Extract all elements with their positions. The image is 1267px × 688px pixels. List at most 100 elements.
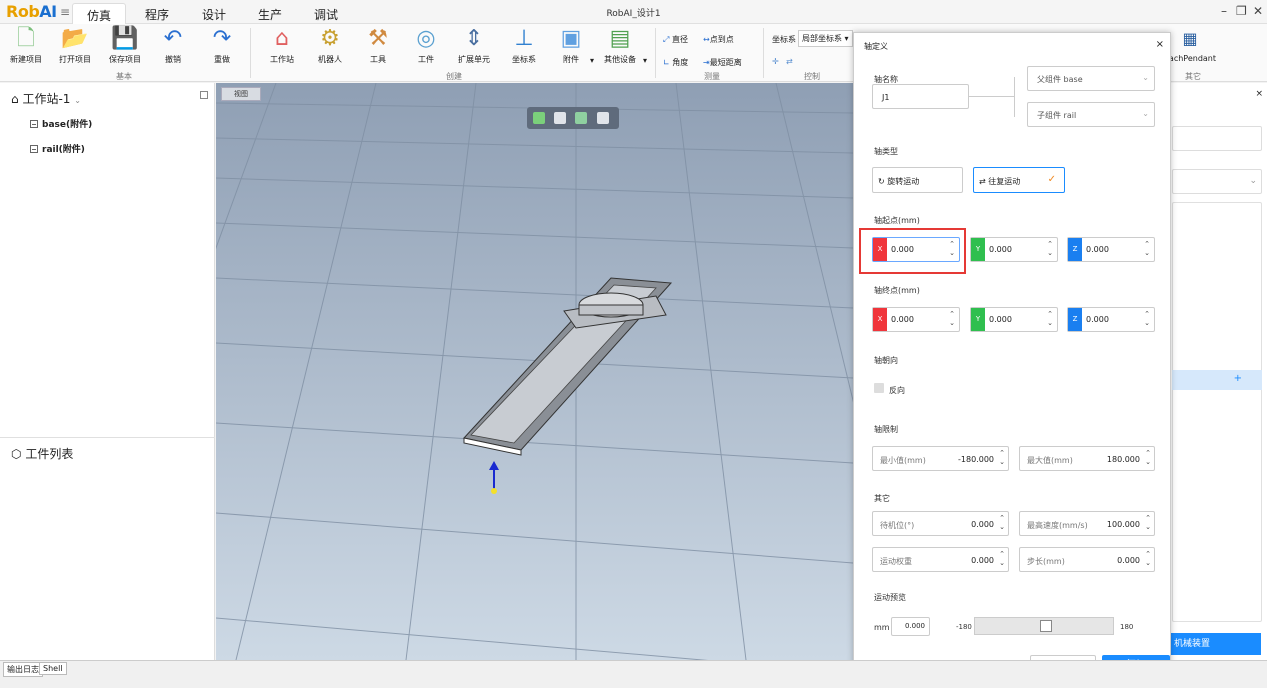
- linear-motion-option[interactable]: ⇄ 往复运动 ✓: [973, 167, 1065, 193]
- tab-output-log[interactable]: 输出日志: [3, 662, 43, 677]
- step-input[interactable]: 步长(mm) 0.000 ⌃ ⌄: [1019, 547, 1155, 572]
- select-field[interactable]: ⌄: [1172, 169, 1262, 194]
- start-x-input[interactable]: X 0.000 ⌃ ⌄: [872, 237, 960, 262]
- move-icon[interactable]: ✛: [772, 57, 779, 66]
- tab-program[interactable]: 程序: [145, 6, 169, 23]
- spinner-icon[interactable]: ⌃ ⌄: [999, 514, 1005, 532]
- check-icon: ✓: [1047, 174, 1056, 185]
- reverse-checkbox[interactable]: [874, 383, 884, 393]
- expand-icon[interactable]: [30, 120, 38, 128]
- folder-icon: 📂: [61, 26, 89, 51]
- ext-unit-button[interactable]: ⇕ 扩展单元: [448, 26, 500, 65]
- redo-button[interactable]: ↷ 重做: [196, 26, 248, 65]
- cube-icon: ⬡: [11, 447, 22, 461]
- view-fit-icon[interactable]: [597, 112, 609, 124]
- spinner-icon[interactable]: ⌃ ⌄: [1047, 240, 1053, 258]
- min-distance-button[interactable]: ⇥最短距离: [703, 57, 742, 68]
- tree-item-base[interactable]: base(附件): [30, 117, 92, 130]
- rotate-icon[interactable]: ⇄: [786, 57, 793, 66]
- view-side-icon[interactable]: [575, 112, 587, 124]
- new-project-button[interactable]: 🗋 新建项目: [0, 26, 52, 65]
- view-front-icon[interactable]: [554, 112, 566, 124]
- window-title: RobAI_设计1: [606, 9, 661, 19]
- teach-pendant-button[interactable]: ▦ eachPendant: [1164, 26, 1216, 63]
- title-bar: RobAI ≡ 仿真 程序 设计 生产 调试 RobAI_设计1 – ❐ ✕: [0, 0, 1267, 24]
- app-logo: RobAI: [6, 2, 57, 21]
- save-project-button[interactable]: 💾 保存项目: [99, 26, 151, 65]
- workpiece-button[interactable]: ◎ 工件: [400, 26, 452, 65]
- coord-system-select[interactable]: 局部坐标系 ▾: [798, 30, 853, 47]
- expand-icon[interactable]: [30, 145, 38, 153]
- minimize-icon[interactable]: –: [1221, 4, 1227, 18]
- diameter-button[interactable]: ⤢ 直径: [663, 34, 688, 45]
- tool-button[interactable]: ⚒ 工具: [352, 26, 404, 65]
- axis-name-input[interactable]: J1: [872, 84, 969, 109]
- spinner-icon[interactable]: ⌃ ⌄: [999, 550, 1005, 568]
- spinner-icon[interactable]: ⌃ ⌄: [1145, 514, 1151, 532]
- motion-weight-input[interactable]: 运动权重 0.000 ⌃ ⌄: [872, 547, 1009, 572]
- end-y-input[interactable]: Y 0.000 ⌃ ⌄: [970, 307, 1058, 332]
- close-icon[interactable]: ×: [1156, 39, 1164, 50]
- grid-floor: [216, 83, 853, 660]
- tab-shell[interactable]: Shell: [39, 662, 67, 675]
- spinner-icon[interactable]: ⌃ ⌄: [1145, 449, 1151, 467]
- tree-item-rail[interactable]: rail(附件): [30, 142, 85, 155]
- rotary-motion-option[interactable]: ↻ 旋转运动: [872, 167, 963, 193]
- menu-icon[interactable]: ≡: [60, 5, 70, 19]
- tab-design[interactable]: 设计: [202, 6, 226, 23]
- tab-debug[interactable]: 调试: [314, 6, 338, 23]
- spinner-icon[interactable]: ⌃ ⌄: [1047, 310, 1053, 328]
- other-device-button[interactable]: ▤ 其他设备: [594, 26, 646, 65]
- house-icon: ⌂: [275, 26, 289, 51]
- max-speed-input[interactable]: 最高速度(mm/s) 100.000 ⌃ ⌄: [1019, 511, 1155, 536]
- collapse-panel-icon[interactable]: [200, 91, 208, 99]
- angle-button[interactable]: ∟ 角度: [663, 57, 688, 68]
- close-icon[interactable]: ✕: [1253, 4, 1263, 18]
- mount-device-button[interactable]: 机械装置: [1166, 633, 1261, 655]
- view-toolbar: [527, 107, 619, 129]
- min-value-input[interactable]: 最小值(mm) -180.000 ⌃ ⌄: [872, 446, 1009, 471]
- tab-simulation[interactable]: 仿真: [72, 3, 127, 24]
- diameter-icon: ⤢: [663, 35, 670, 44]
- close-icon[interactable]: ×: [1255, 89, 1263, 99]
- tab-production[interactable]: 生产: [258, 6, 282, 23]
- preview-slider[interactable]: [974, 617, 1114, 635]
- child-component-select[interactable]: 子组件 rail ⌄: [1027, 102, 1155, 127]
- new-file-icon: 🗋: [17, 26, 35, 51]
- robot-button[interactable]: ⚙ 机器人: [304, 26, 356, 65]
- view-iso-icon[interactable]: [533, 112, 545, 124]
- restore-icon[interactable]: ❐: [1236, 4, 1247, 18]
- spinner-icon[interactable]: ⌃ ⌄: [1145, 550, 1151, 568]
- point-to-point-button[interactable]: ↔点到点: [703, 34, 734, 45]
- workstation-title[interactable]: ⌂ 工作站-1 ⌄: [11, 90, 81, 107]
- end-x-input[interactable]: X 0.000 ⌃ ⌄: [872, 307, 960, 332]
- spinner-icon[interactable]: ⌃ ⌄: [1144, 310, 1150, 328]
- spinner-icon[interactable]: ⌃ ⌄: [999, 449, 1005, 467]
- device-icon: ▤: [609, 26, 631, 51]
- open-project-button[interactable]: 📂 打开项目: [49, 26, 101, 65]
- max-value-input[interactable]: 最大值(mm) 180.000 ⌃ ⌄: [1019, 446, 1155, 471]
- chevron-down-icon: ⌄: [1142, 73, 1149, 82]
- spinner-icon[interactable]: ⌃ ⌄: [949, 310, 955, 328]
- other-dropdown-icon[interactable]: ▾: [643, 56, 647, 65]
- undo-button[interactable]: ↶ 撤销: [147, 26, 199, 65]
- end-z-input[interactable]: Z 0.000 ⌃ ⌄: [1067, 307, 1155, 332]
- divider: [655, 28, 656, 78]
- start-y-input[interactable]: Y 0.000 ⌃ ⌄: [970, 237, 1058, 262]
- rotate-icon: ↻: [878, 177, 885, 186]
- slider-handle[interactable]: [1040, 620, 1052, 632]
- view-tab[interactable]: 视图: [221, 87, 261, 101]
- add-item-button[interactable]: +: [1172, 370, 1262, 390]
- preview-value-input[interactable]: 0.000: [891, 617, 930, 636]
- coord-button[interactable]: ⊥ 坐标系: [498, 26, 550, 65]
- coord-system-label: 坐标系: [772, 35, 796, 44]
- workpiece-list-title: ⬡ 工件列表: [11, 447, 74, 461]
- spinner-icon[interactable]: ⌃ ⌄: [949, 240, 955, 258]
- start-z-input[interactable]: Z 0.000 ⌃ ⌄: [1067, 237, 1155, 262]
- workstation-button[interactable]: ⌂ 工作站: [256, 26, 308, 65]
- 3d-viewport[interactable]: 视图: [216, 83, 853, 660]
- standby-input[interactable]: 待机位(°) 0.000 ⌃ ⌄: [872, 511, 1009, 536]
- spinner-icon[interactable]: ⌃ ⌄: [1144, 240, 1150, 258]
- input-field[interactable]: [1172, 126, 1262, 151]
- parent-component-select[interactable]: 父组件 base ⌄: [1027, 66, 1155, 91]
